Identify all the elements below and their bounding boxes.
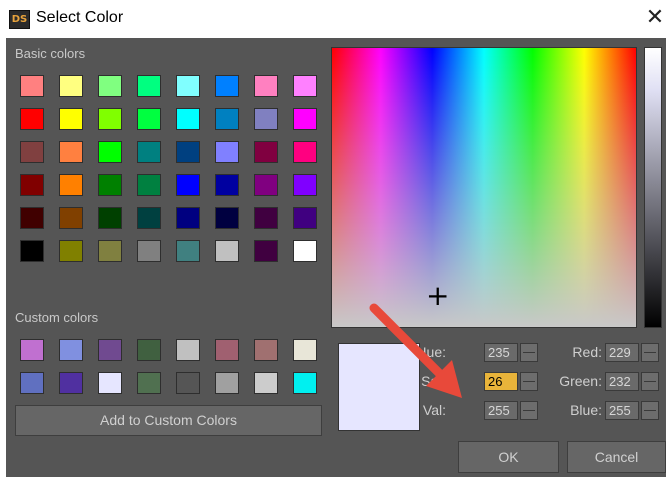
- basic-color-swatch[interactable]: [59, 240, 83, 262]
- basic-color-swatch[interactable]: [137, 240, 161, 262]
- val-spinner[interactable]: [520, 401, 538, 420]
- basic-color-swatch[interactable]: [293, 207, 317, 229]
- basic-color-swatch[interactable]: [59, 108, 83, 130]
- hue-saturation-picker[interactable]: [331, 47, 637, 328]
- basic-color-swatch[interactable]: [293, 240, 317, 262]
- custom-color-swatch[interactable]: [20, 372, 44, 394]
- luminance-slider[interactable]: [644, 47, 662, 328]
- basic-color-swatch[interactable]: [293, 75, 317, 97]
- basic-color-swatch[interactable]: [254, 141, 278, 163]
- title-bar: DS Select Color ✕: [0, 0, 666, 38]
- basic-color-swatch[interactable]: [254, 240, 278, 262]
- custom-color-swatch[interactable]: [137, 372, 161, 394]
- basic-color-swatch[interactable]: [293, 174, 317, 196]
- basic-color-swatch[interactable]: [215, 141, 239, 163]
- custom-color-swatch[interactable]: [293, 372, 317, 394]
- basic-color-swatch[interactable]: [215, 174, 239, 196]
- app-logo-icon: DS: [9, 10, 30, 29]
- basic-color-swatch[interactable]: [98, 75, 122, 97]
- basic-color-swatch[interactable]: [20, 108, 44, 130]
- basic-color-swatch[interactable]: [137, 174, 161, 196]
- blue-label: Blue:: [570, 402, 602, 418]
- ok-button[interactable]: OK: [458, 441, 559, 473]
- basic-color-swatch[interactable]: [254, 174, 278, 196]
- basic-color-swatch[interactable]: [176, 75, 200, 97]
- custom-color-swatch[interactable]: [176, 372, 200, 394]
- basic-color-swatch[interactable]: [59, 174, 83, 196]
- custom-color-swatch[interactable]: [59, 372, 83, 394]
- basic-color-swatch[interactable]: [98, 240, 122, 262]
- basic-color-swatch[interactable]: [215, 207, 239, 229]
- basic-color-swatch[interactable]: [98, 141, 122, 163]
- custom-colors-label: Custom colors: [15, 310, 99, 325]
- green-label: Green:: [559, 373, 602, 389]
- custom-color-swatch[interactable]: [293, 339, 317, 361]
- basic-color-swatch[interactable]: [176, 141, 200, 163]
- cancel-button[interactable]: Cancel: [567, 441, 666, 473]
- custom-color-swatch[interactable]: [254, 372, 278, 394]
- blue-input[interactable]: 255: [605, 401, 639, 420]
- basic-color-swatch[interactable]: [98, 174, 122, 196]
- basic-color-swatch[interactable]: [293, 141, 317, 163]
- custom-color-swatch[interactable]: [59, 339, 83, 361]
- green-spinner[interactable]: [641, 372, 659, 391]
- basic-colors-label: Basic colors: [15, 46, 86, 61]
- window-title: Select Color: [36, 9, 124, 26]
- red-spinner[interactable]: [641, 343, 659, 362]
- custom-color-swatch[interactable]: [254, 339, 278, 361]
- red-label: Red:: [572, 344, 602, 360]
- basic-color-swatch[interactable]: [59, 141, 83, 163]
- basic-color-swatch[interactable]: [20, 75, 44, 97]
- green-input[interactable]: 232: [605, 372, 639, 391]
- custom-color-swatch[interactable]: [98, 372, 122, 394]
- basic-color-swatch[interactable]: [59, 207, 83, 229]
- hue-spinner[interactable]: [520, 343, 538, 362]
- basic-color-swatch[interactable]: [137, 141, 161, 163]
- basic-color-swatch[interactable]: [215, 108, 239, 130]
- red-input[interactable]: 229: [605, 343, 639, 362]
- basic-color-swatch[interactable]: [137, 108, 161, 130]
- custom-color-swatch[interactable]: [215, 372, 239, 394]
- add-to-custom-colors-button[interactable]: Add to Custom Colors: [15, 405, 322, 436]
- hue-input[interactable]: 235: [484, 343, 518, 362]
- basic-color-swatch[interactable]: [20, 207, 44, 229]
- basic-color-swatch[interactable]: [20, 240, 44, 262]
- color-dialog: Basic colors Custom colors Add to Custom…: [6, 38, 666, 477]
- annotation-arrow-icon: [369, 303, 462, 398]
- basic-color-swatch[interactable]: [254, 75, 278, 97]
- basic-color-swatch[interactable]: [176, 174, 200, 196]
- sat-spinner[interactable]: [520, 372, 538, 391]
- custom-color-swatch[interactable]: [215, 339, 239, 361]
- basic-color-swatch[interactable]: [293, 108, 317, 130]
- basic-color-swatch[interactable]: [254, 207, 278, 229]
- custom-color-swatch[interactable]: [98, 339, 122, 361]
- basic-color-swatch[interactable]: [20, 174, 44, 196]
- basic-color-swatch[interactable]: [215, 240, 239, 262]
- blue-spinner[interactable]: [641, 401, 659, 420]
- basic-color-swatch[interactable]: [59, 75, 83, 97]
- basic-color-swatch[interactable]: [254, 108, 278, 130]
- basic-color-swatch[interactable]: [176, 207, 200, 229]
- basic-color-swatch[interactable]: [176, 240, 200, 262]
- close-icon[interactable]: ✕: [645, 6, 665, 30]
- custom-color-swatch[interactable]: [20, 339, 44, 361]
- custom-color-swatch[interactable]: [176, 339, 200, 361]
- val-input[interactable]: 255: [484, 401, 518, 420]
- basic-color-swatch[interactable]: [98, 108, 122, 130]
- custom-color-swatch[interactable]: [137, 339, 161, 361]
- basic-color-swatch[interactable]: [98, 207, 122, 229]
- basic-color-swatch[interactable]: [137, 75, 161, 97]
- basic-color-swatch[interactable]: [215, 75, 239, 97]
- basic-color-swatch[interactable]: [20, 141, 44, 163]
- basic-color-swatch[interactable]: [176, 108, 200, 130]
- sat-input[interactable]: 26: [484, 372, 518, 391]
- basic-color-swatch[interactable]: [137, 207, 161, 229]
